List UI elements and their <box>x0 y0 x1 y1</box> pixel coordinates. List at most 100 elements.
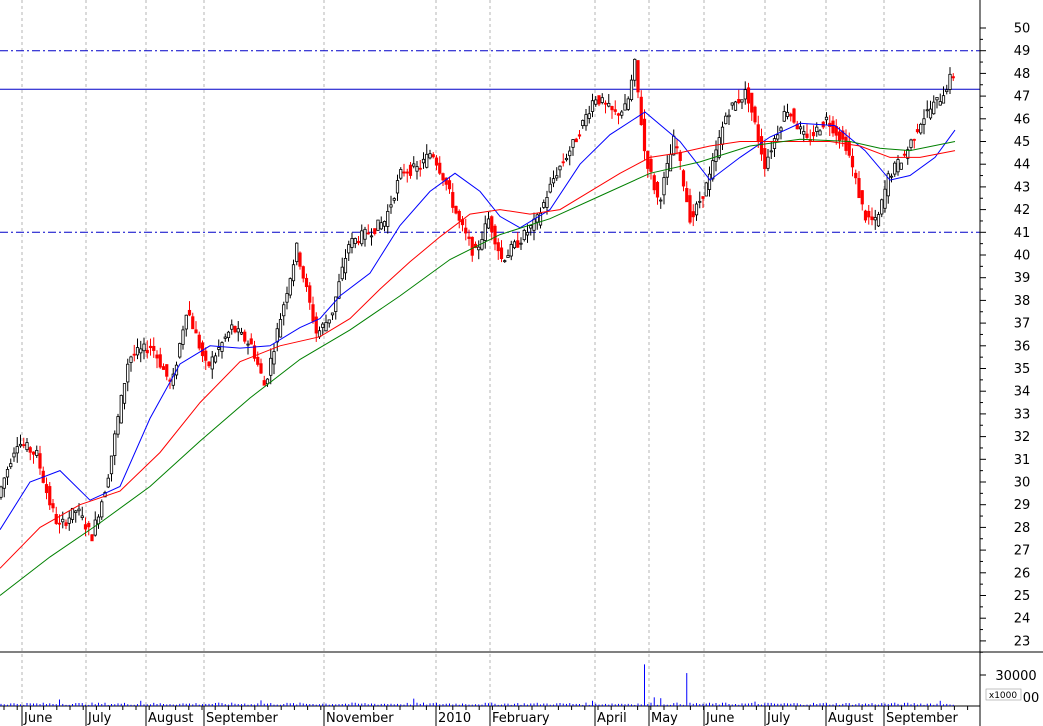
y-tick-label: 47 <box>1014 90 1031 105</box>
candle-body <box>662 177 666 196</box>
candle-body <box>428 153 432 159</box>
candle-body <box>57 522 62 525</box>
candle-body <box>350 238 354 248</box>
candle-body <box>366 232 370 235</box>
candle-body <box>74 510 78 513</box>
candle-body <box>321 323 325 328</box>
candle-body <box>711 160 715 180</box>
candle-body <box>805 133 809 138</box>
candle-body <box>265 378 270 385</box>
candle-body <box>70 507 75 520</box>
candle-body <box>584 114 588 127</box>
candle-body <box>691 211 695 218</box>
candle-body <box>763 148 767 170</box>
candle-body <box>67 517 71 524</box>
candle-body <box>727 114 731 118</box>
candle-body <box>577 134 582 137</box>
candle-body <box>356 240 361 244</box>
y-tick-label: 30 <box>1014 476 1031 491</box>
month-label: June <box>23 711 52 726</box>
candle-body <box>457 210 461 221</box>
y-tick-label: 44 <box>1014 158 1031 173</box>
candle-body <box>860 190 864 205</box>
candle-body <box>587 113 591 119</box>
candle-body <box>685 188 689 203</box>
candle-body <box>928 108 933 119</box>
candle-body <box>743 89 747 100</box>
y-tick-label: 34 <box>1014 385 1031 400</box>
candle-body <box>161 366 166 370</box>
candle-body <box>629 79 634 101</box>
candle-body <box>561 161 565 164</box>
candle-body <box>295 242 299 263</box>
candle-body <box>590 100 595 112</box>
y-tick-label: 48 <box>1014 67 1031 82</box>
y-tick-label: 25 <box>1014 589 1031 604</box>
candle-body <box>395 180 400 194</box>
candle-body <box>369 235 374 238</box>
candle-body <box>330 312 335 316</box>
candle-body <box>405 171 409 174</box>
candle-body <box>893 162 897 175</box>
candle-body <box>486 218 491 229</box>
candle-body <box>948 73 952 90</box>
candle-body <box>519 242 523 245</box>
candle-body <box>633 58 637 81</box>
candle-body <box>766 156 770 169</box>
candle-body <box>9 463 13 468</box>
candle-body <box>688 195 692 223</box>
candle-body <box>135 347 140 356</box>
candle-body <box>438 162 442 174</box>
y-tick-label: 33 <box>1014 407 1031 422</box>
candle-body <box>880 199 884 215</box>
candle-body <box>652 175 656 191</box>
month-label: July <box>87 711 112 726</box>
candle-body <box>623 103 627 111</box>
candle-body <box>421 158 426 164</box>
candle-body <box>158 354 162 368</box>
candle-body <box>532 218 536 231</box>
candle-body <box>681 170 686 187</box>
candle-body <box>246 343 250 346</box>
candle-body <box>155 354 159 359</box>
candle-body <box>22 444 26 447</box>
candle-body <box>545 197 549 208</box>
candle-body <box>87 522 91 528</box>
candle-body <box>304 277 309 288</box>
candle-body <box>909 139 913 148</box>
y-tick-label: 32 <box>1014 430 1031 445</box>
candle-body <box>571 139 575 148</box>
candle-body <box>298 252 302 267</box>
candle-body <box>51 503 55 509</box>
candle-body <box>48 486 52 506</box>
candle-body <box>226 331 231 339</box>
month-label: July <box>766 711 791 726</box>
candle-body <box>594 99 598 105</box>
candle-body <box>490 216 494 233</box>
candle-body <box>831 120 835 134</box>
candle-body <box>64 522 68 526</box>
candle-body <box>282 304 286 317</box>
candle-body <box>733 101 738 111</box>
month-label: June <box>705 711 734 726</box>
y-tick-label: 29 <box>1014 498 1031 513</box>
candle-body <box>655 182 660 198</box>
candle-body <box>38 453 42 469</box>
candle-body <box>269 357 273 376</box>
candle-body <box>581 120 585 127</box>
candle-body <box>694 203 699 216</box>
month-label: April <box>597 711 627 726</box>
candle-body <box>389 204 393 208</box>
candle-body <box>425 153 429 168</box>
candle-body <box>883 188 887 209</box>
candle-body <box>675 146 679 149</box>
candle-body <box>392 198 396 201</box>
candle-body <box>704 182 708 197</box>
candle-body <box>308 285 312 303</box>
candle-body <box>139 348 143 354</box>
candle-body <box>951 76 955 79</box>
candle-body <box>386 211 390 227</box>
moving-average-line <box>0 141 956 569</box>
candle-body <box>412 163 416 167</box>
candle-body <box>509 244 513 257</box>
